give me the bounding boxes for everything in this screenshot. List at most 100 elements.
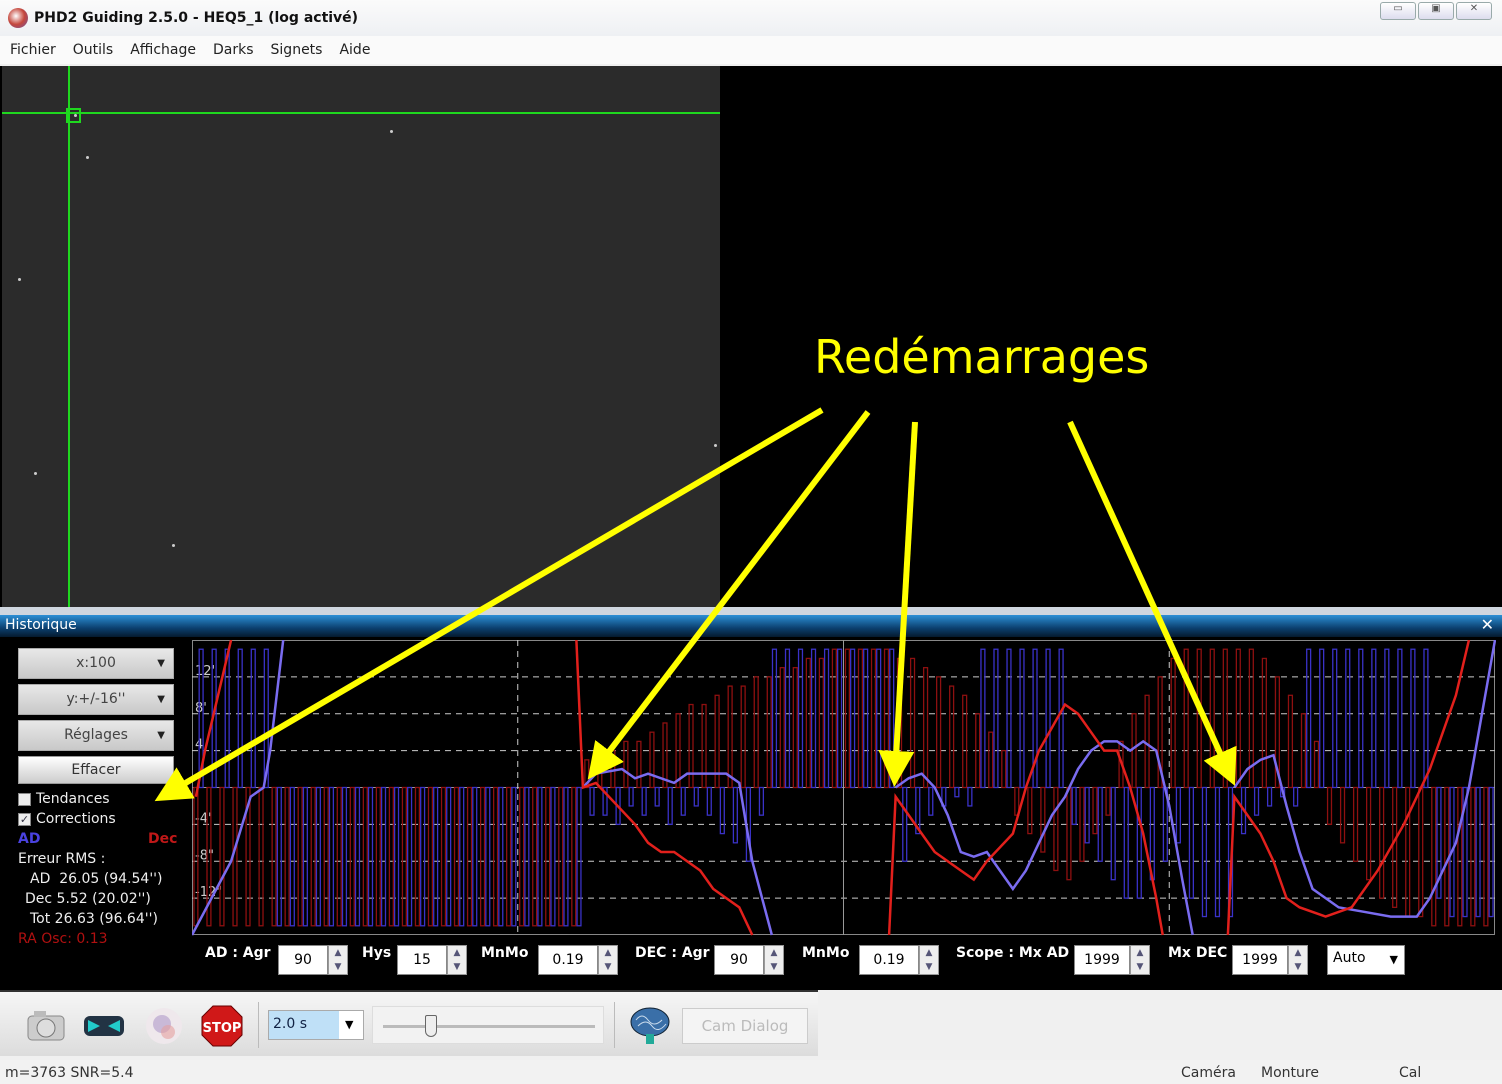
dec-correction-bar: [1261, 657, 1267, 789]
ra-correction-bar: [1306, 648, 1312, 789]
menu-fichier[interactable]: Fichier: [10, 42, 56, 58]
spin-arrows-icon[interactable]: ▲ ▼: [598, 945, 618, 975]
clear-button[interactable]: Effacer: [18, 756, 174, 784]
history-close-icon[interactable]: ✕: [1481, 615, 1494, 634]
ra-correction-bar: [1136, 786, 1142, 899]
dec-min-move-spinner[interactable]: ▲▼: [859, 945, 939, 975]
ra-correction-bar: [1175, 786, 1181, 844]
max-dec-duration-spinner[interactable]: ▲▼: [1232, 945, 1308, 975]
corrections-checkbox[interactable]: ✓ Corrections: [18, 811, 116, 827]
stop-icon[interactable]: STOP: [200, 1004, 244, 1048]
dec-correction-bar: [532, 786, 538, 927]
menu-bar: Fichier Outils Affichage Darks Signets A…: [0, 36, 1502, 64]
menu-affichage[interactable]: Affichage: [130, 42, 196, 58]
dec-min-move-input[interactable]: [859, 945, 919, 975]
dec-correction-bar: [1183, 648, 1189, 789]
menu-signets[interactable]: Signets: [271, 42, 323, 58]
history-panel: Historique ✕ x:100 ▼ y:+/-16'' ▼ Réglages ▼…: [0, 607, 1502, 990]
window-title: PHD2 Guiding 2.5.0 - HEQ5_1 (log activé): [34, 10, 359, 26]
ra-correction-bar: [289, 786, 295, 927]
app-icon: [8, 8, 28, 28]
ra-correction-bar: [1123, 786, 1129, 899]
camera-loop-icon[interactable]: [24, 1004, 68, 1048]
checkbox-box[interactable]: [18, 792, 31, 806]
ra-correction-bar: [1319, 648, 1325, 789]
ra-min-move-label: MnMo: [481, 945, 529, 961]
ra-correction-bar: [810, 648, 817, 789]
ra-correction-bar: [1006, 648, 1012, 789]
spin-arrows-icon[interactable]: ▲ ▼: [1288, 945, 1308, 975]
y-scale-dropdown[interactable]: y:+/-16'' ▼: [18, 684, 174, 715]
brain-icon[interactable]: [628, 1004, 672, 1048]
chevron-down-icon: ▼: [157, 694, 165, 705]
hysteresis-spinner[interactable]: ▲▼: [397, 945, 467, 975]
ra-min-move-spinner[interactable]: ▲▼: [538, 945, 618, 975]
phd-guide-icon[interactable]: [142, 1004, 186, 1048]
ra-correction-bar: [459, 786, 465, 927]
ra-correction-bar: [537, 786, 543, 927]
dec-correction-bar: [1392, 786, 1398, 908]
close-button[interactable]: ✕: [1456, 2, 1492, 20]
camera-image-view[interactable]: [0, 66, 1502, 623]
slider-thumb[interactable]: [425, 1015, 437, 1037]
maximize-button[interactable]: ▣: [1418, 2, 1454, 20]
ra-correction-bar: [302, 786, 308, 927]
check-icon[interactable]: ✓: [18, 812, 31, 826]
menu-aide[interactable]: Aide: [339, 42, 370, 58]
ra-correction-bar: [472, 786, 478, 927]
gamma-slider[interactable]: [372, 1006, 604, 1044]
spin-arrows-icon[interactable]: ▲ ▼: [328, 945, 348, 975]
ra-correction-bar: [667, 786, 673, 826]
rms-total: Tot 26.63 (96.64''): [30, 911, 158, 927]
toolbar-separator: [258, 1002, 259, 1048]
ra-min-move-input[interactable]: [538, 945, 598, 975]
dec-correction-bar: [740, 685, 746, 789]
ra-correction-bar: [680, 786, 686, 816]
rms-dec: Dec 5.52 (20.02''): [25, 891, 151, 907]
trends-checkbox[interactable]: Tendances: [18, 791, 110, 807]
dec-correction-bar: [662, 722, 668, 789]
connect-equipment-icon[interactable]: [82, 1004, 126, 1048]
dec-correction-bar: [857, 648, 864, 789]
ra-correction-bar: [1423, 648, 1429, 789]
dec-aggressiveness-input[interactable]: [714, 945, 764, 975]
dec-correction-bar: [649, 731, 655, 789]
cam-dialog-button[interactable]: Cam Dialog: [682, 1008, 808, 1044]
menu-outils[interactable]: Outils: [73, 42, 113, 58]
hysteresis-input[interactable]: [397, 945, 447, 975]
settings-dropdown[interactable]: Réglages ▼: [18, 720, 174, 751]
spin-arrows-icon[interactable]: ▲ ▼: [447, 945, 467, 975]
toolbar: STOP 2.0 s ▼ Cam Dialog: [0, 990, 818, 1056]
dec-correction-bar: [258, 786, 264, 927]
dec-correction-bar: [1470, 786, 1476, 927]
max-ra-duration-spinner[interactable]: ▲▼: [1074, 945, 1150, 975]
ra-correction-bar: [1371, 648, 1377, 789]
dec-correction-bar: [753, 676, 759, 789]
minimize-button[interactable]: ▭: [1380, 2, 1416, 20]
spin-arrows-icon[interactable]: ▲ ▼: [1130, 945, 1150, 975]
dec-correction-bar: [779, 667, 785, 789]
ra-aggressiveness-input[interactable]: [278, 945, 328, 975]
ra-correction-bar: [576, 786, 582, 927]
spin-arrows-icon[interactable]: ▲ ▼: [764, 945, 784, 975]
x-scale-dropdown[interactable]: x:100 ▼: [18, 648, 174, 679]
ra-correction-bar: [641, 786, 647, 816]
ra-correction-bar: [719, 786, 725, 835]
dec-correction-bar: [519, 786, 525, 927]
exposure-dropdown[interactable]: 2.0 s ▼: [268, 1010, 364, 1040]
max-dec-duration-input[interactable]: [1232, 945, 1288, 975]
menu-darks[interactable]: Darks: [213, 42, 254, 58]
dec-correction-bar: [1170, 657, 1176, 789]
max-ra-duration-input[interactable]: [1074, 945, 1130, 975]
ra-correction-bar: [1397, 648, 1403, 789]
dec-mode-dropdown[interactable]: Auto ▼: [1327, 945, 1405, 975]
ra-aggressiveness-spinner[interactable]: ▲▼: [278, 945, 348, 975]
dec-correction-bar: [1027, 786, 1033, 835]
dec-correction-bar: [284, 786, 290, 927]
dec-correction-bar: [362, 786, 368, 927]
ra-correction-bar: [328, 786, 335, 927]
dec-aggressiveness-spinner[interactable]: ▲▼: [714, 945, 784, 975]
chevron-down-icon: ▼: [1389, 953, 1398, 966]
dec-correction-bar: [727, 685, 733, 789]
spin-arrows-icon[interactable]: ▲ ▼: [919, 945, 939, 975]
